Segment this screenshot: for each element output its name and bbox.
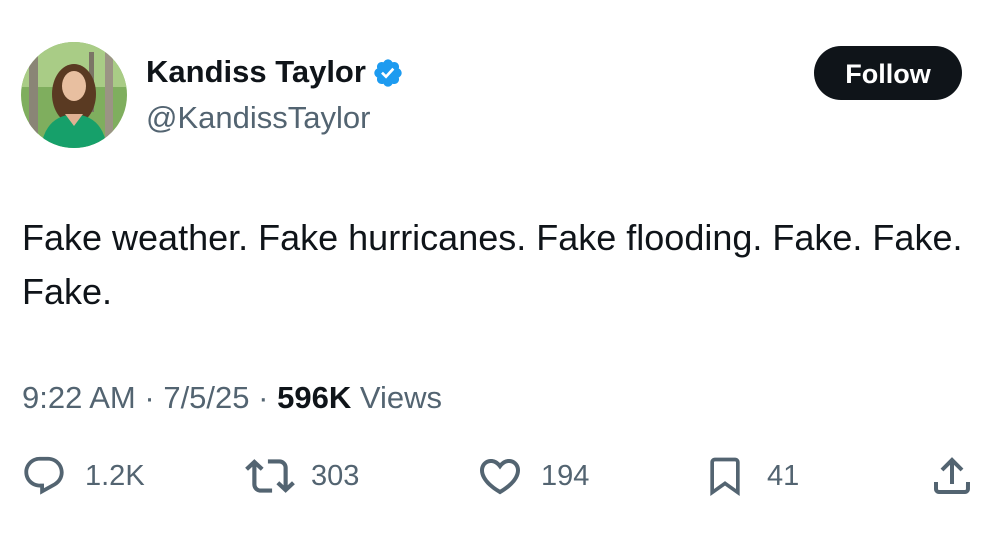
- repost-count: 303: [311, 459, 360, 492]
- display-name-row[interactable]: Kandiss Taylor: [146, 52, 404, 92]
- views-label: Views: [359, 380, 442, 415]
- bookmark-button[interactable]: 41: [703, 452, 799, 500]
- share-button[interactable]: [928, 452, 976, 500]
- avatar[interactable]: [21, 42, 127, 148]
- reply-icon: [21, 453, 67, 499]
- like-count: 194: [541, 459, 590, 492]
- tweet-meta: 9:22 AM · 7/5/25 · 596K Views: [22, 378, 442, 418]
- views-count: 596K: [277, 380, 352, 415]
- avatar-image: [21, 42, 127, 148]
- follow-button[interactable]: Follow: [814, 46, 962, 100]
- heart-icon: [476, 452, 524, 500]
- like-button[interactable]: 194: [476, 452, 589, 500]
- bookmark-count: 41: [767, 459, 800, 492]
- bookmark-icon: [703, 452, 747, 500]
- share-icon: [928, 452, 976, 500]
- reply-count: 1.2K: [85, 459, 145, 492]
- display-name[interactable]: Kandiss Taylor: [146, 52, 366, 92]
- repost-button[interactable]: 303: [245, 452, 359, 500]
- verified-badge-icon[interactable]: [372, 57, 404, 89]
- repost-icon: [245, 451, 295, 501]
- meta-separator: ·: [144, 380, 155, 415]
- user-handle[interactable]: @KandissTaylor: [146, 98, 370, 138]
- tweet-date[interactable]: 7/5/25: [163, 380, 249, 415]
- meta-separator: ·: [258, 380, 269, 415]
- tweet-time[interactable]: 9:22 AM: [22, 380, 136, 415]
- reply-button[interactable]: 1.2K: [21, 452, 145, 500]
- tweet-text: Fake weather. Fake hurricanes. Fake floo…: [22, 217, 963, 312]
